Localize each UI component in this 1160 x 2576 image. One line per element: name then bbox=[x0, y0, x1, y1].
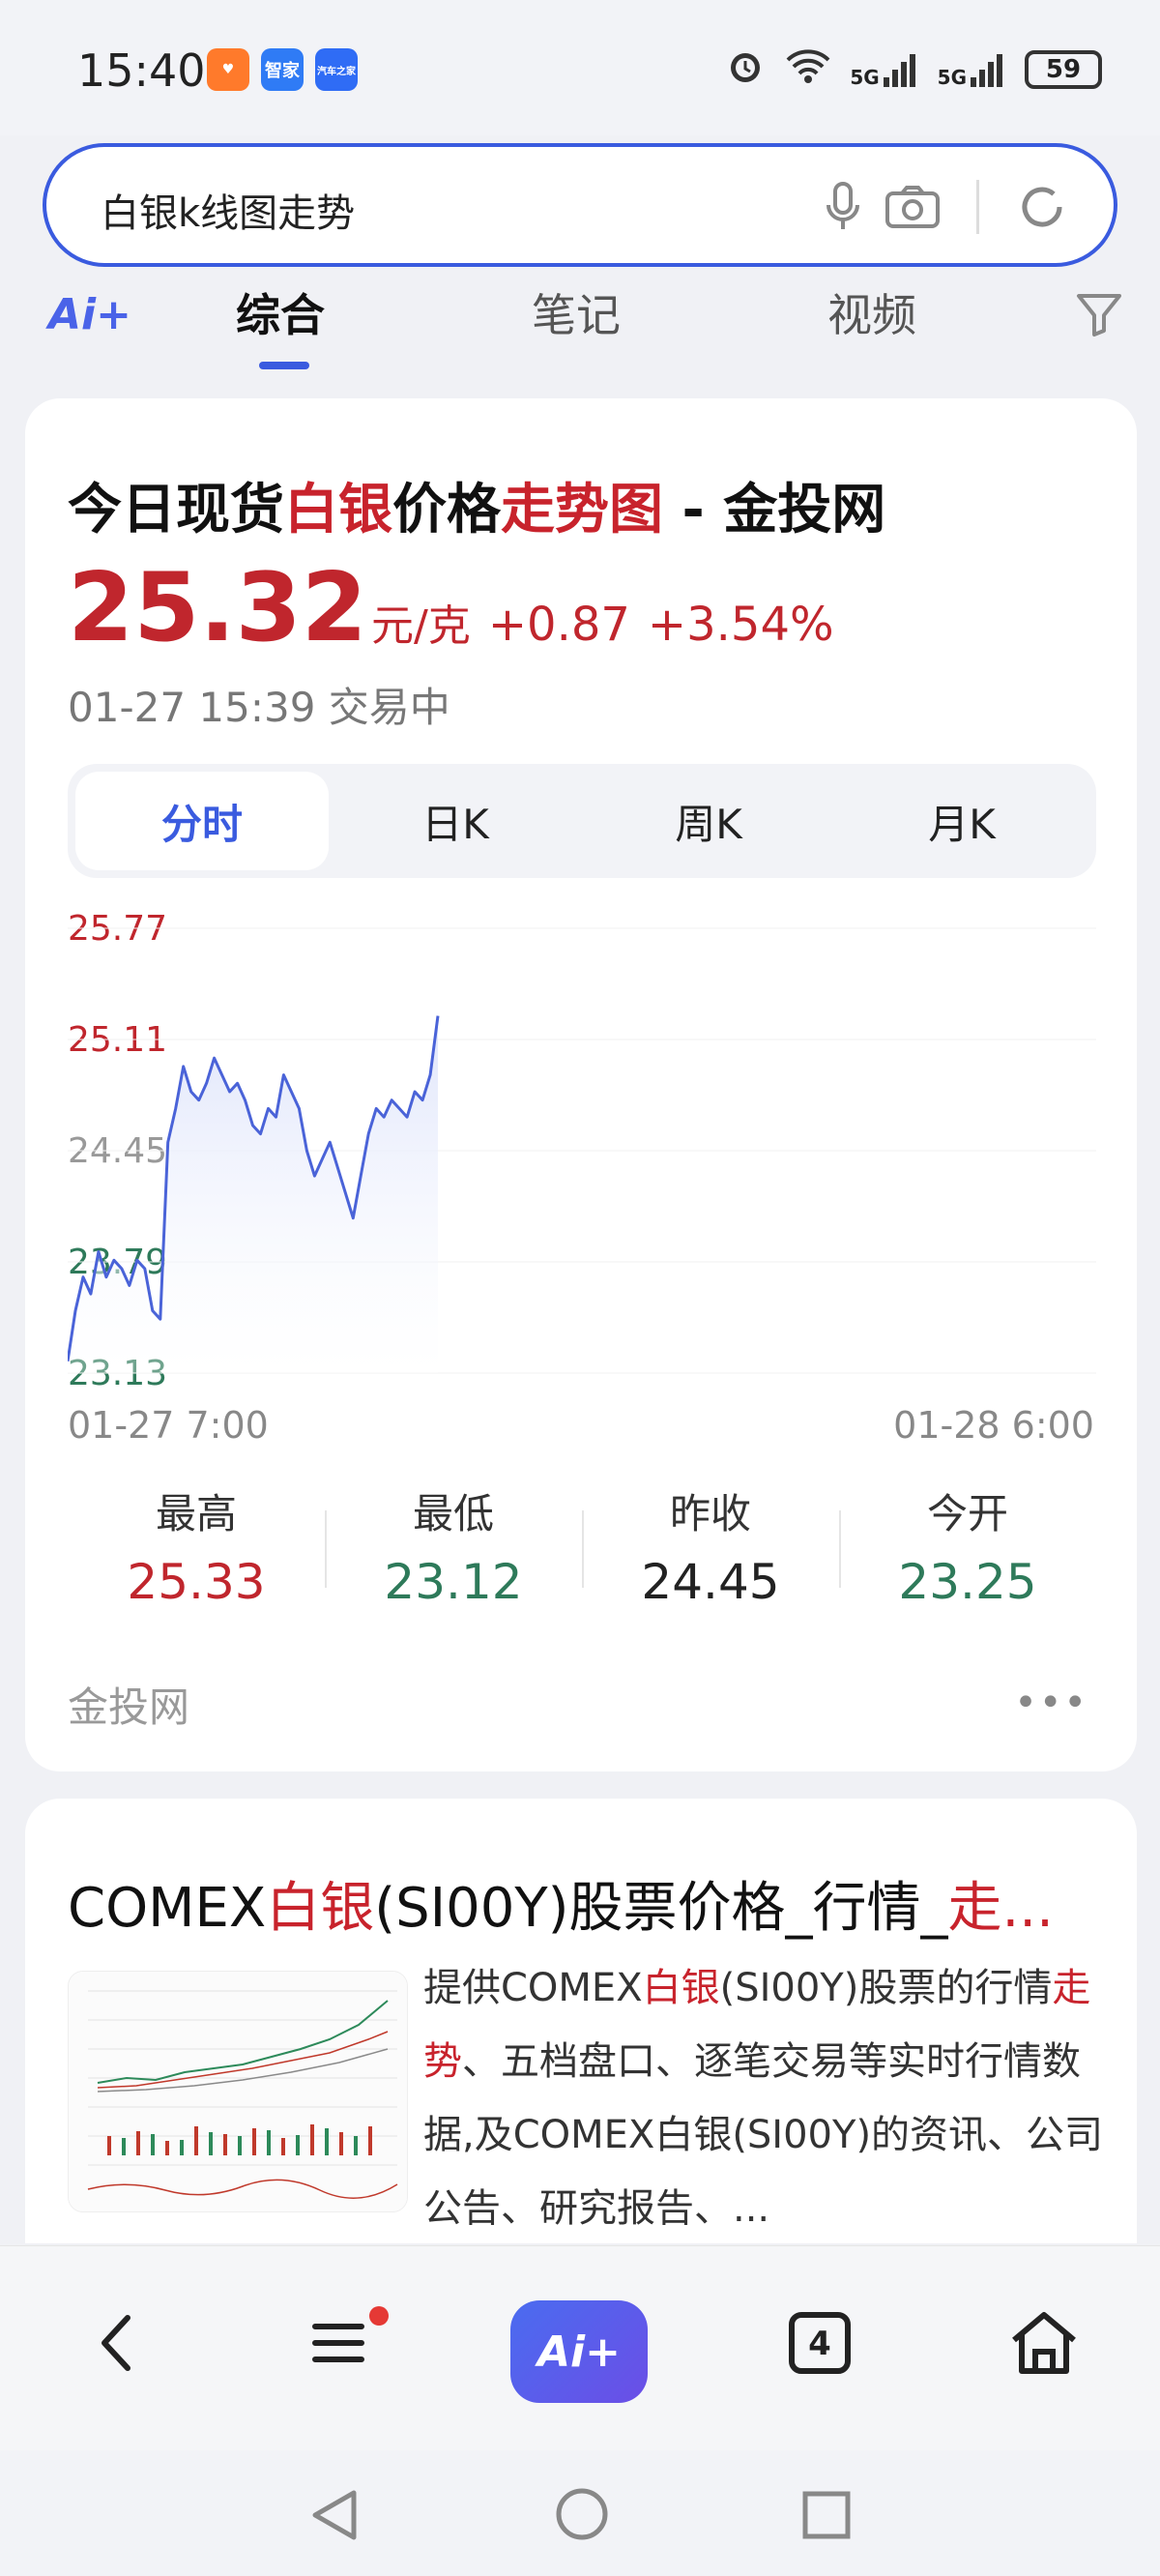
segment-intraday[interactable]: 分时 bbox=[75, 772, 329, 870]
stat-low: 最低 23.12 bbox=[384, 1490, 523, 1610]
microphone-icon[interactable] bbox=[814, 178, 872, 236]
system-home-icon[interactable] bbox=[553, 2485, 611, 2547]
x-start-label: 01-27 7:00 bbox=[68, 1404, 269, 1447]
stock-chart-thumbnail[interactable] bbox=[68, 1971, 408, 2212]
segment-daily-k[interactable]: 日K bbox=[329, 772, 582, 870]
home-icon[interactable] bbox=[1005, 2304, 1083, 2382]
clock: 15:40 bbox=[77, 44, 206, 97]
stat-open: 今开 23.25 bbox=[898, 1490, 1037, 1610]
filter-icon[interactable] bbox=[1075, 290, 1123, 342]
segment-weekly-k[interactable]: 周K bbox=[582, 772, 835, 870]
price-change: +0.87 bbox=[487, 598, 630, 652]
segment-monthly-k[interactable]: 月K bbox=[835, 772, 1088, 870]
ai-assistant-button[interactable]: Ai+ bbox=[510, 2300, 648, 2403]
battery-indicator: 59 bbox=[1025, 49, 1102, 89]
stat-high: 最高 25.33 bbox=[127, 1490, 266, 1610]
camera-icon[interactable] bbox=[884, 178, 942, 236]
bottom-nav: Ai+ 4 bbox=[0, 2245, 1160, 2450]
signal-5g-icon: 5G bbox=[850, 50, 919, 89]
smart-home-icon: 智家 bbox=[261, 48, 304, 91]
wifi-icon bbox=[784, 46, 832, 92]
price-unit: 元/克 bbox=[370, 601, 471, 651]
stat-prev-close: 昨收 24.45 bbox=[641, 1490, 780, 1610]
tabs-count-icon[interactable]: 4 bbox=[781, 2304, 858, 2382]
result-tabs: Ai+ 综合 笔记 视频 bbox=[0, 280, 1160, 377]
search-divider bbox=[976, 180, 979, 234]
price-row: 25.32 元/克 +0.87 +3.54% bbox=[68, 553, 834, 663]
more-options-icon[interactable]: ••• bbox=[1014, 1681, 1088, 1725]
notification-dot bbox=[369, 2306, 389, 2326]
back-icon[interactable] bbox=[77, 2304, 155, 2382]
result-card-comex[interactable]: COMEX白银(SI00Y)股票价格_行情_走... 提供COMEX白银(SI0… bbox=[25, 1799, 1137, 2243]
x-end-label: 01-28 6:00 bbox=[893, 1404, 1094, 1447]
source-label[interactable]: 金投网 bbox=[68, 1675, 189, 1734]
chart-period-selector: 分时 日K 周K 月K bbox=[68, 764, 1096, 878]
tab-comprehensive[interactable]: 综合 bbox=[236, 280, 325, 344]
search-bar[interactable]: 白银k线图走势 bbox=[43, 143, 1117, 267]
signal-5g-icon-2: 5G bbox=[938, 50, 1007, 89]
menu-icon[interactable] bbox=[300, 2304, 377, 2382]
search-input[interactable]: 白银k线图走势 bbox=[101, 182, 355, 238]
trade-status: 01-27 15:39 交易中 bbox=[68, 684, 450, 731]
price-change-percent: +3.54% bbox=[647, 598, 834, 652]
status-icons: 5G 5G 59 bbox=[724, 44, 1102, 94]
result-snippet: 提供COMEX白银(SI00Y)股票的行情走势、五档盘口、逐笔交易等实时行情数据… bbox=[423, 1966, 1104, 2231]
current-price: 25.32 bbox=[68, 553, 367, 663]
system-nav-bar bbox=[0, 2450, 1160, 2576]
status-bar: 15:40 ♥ 智家 汽车之家 5G 5G 59 bbox=[0, 0, 1160, 135]
result-title[interactable]: COMEX白银(SI00Y)股票价格_行情_走... bbox=[68, 1864, 1102, 1943]
refresh-icon[interactable] bbox=[1013, 178, 1071, 236]
intraday-chart[interactable] bbox=[68, 921, 1096, 1385]
price-stats: 最高 25.33 最低 23.12 昨收 24.45 今开 23.25 bbox=[68, 1481, 1096, 1617]
autohome-icon: 汽车之家 bbox=[315, 48, 358, 91]
alarm-icon bbox=[724, 44, 767, 94]
result-title[interactable]: 今日现货白银价格走势图 - 金投网 bbox=[68, 466, 885, 544]
tab-notes[interactable]: 笔记 bbox=[532, 280, 621, 344]
tab-underline bbox=[259, 362, 309, 369]
system-back-icon[interactable] bbox=[307, 2487, 360, 2547]
tabs-count-label: 4 bbox=[808, 2325, 831, 2363]
price-area-fill bbox=[68, 1015, 438, 1373]
system-recents-icon[interactable] bbox=[800, 2489, 853, 2545]
taobao-icon: ♥ bbox=[207, 48, 249, 91]
tab-videos[interactable]: 视频 bbox=[827, 280, 916, 344]
ai-logo[interactable]: Ai+ bbox=[48, 290, 131, 339]
result-card-silver-price[interactable]: 今日现货白银价格走势图 - 金投网 25.32 元/克 +0.87 +3.54%… bbox=[25, 398, 1137, 1771]
